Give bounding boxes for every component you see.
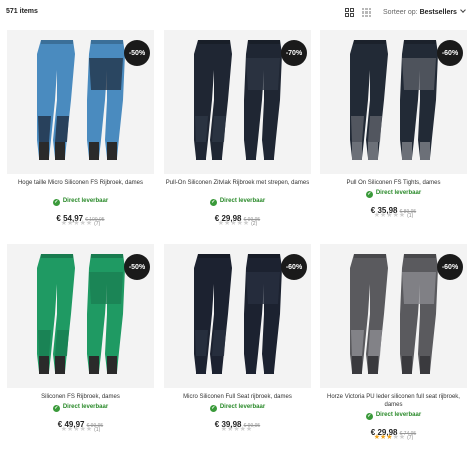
check-icon: ✓ <box>52 405 60 412</box>
review-count: (7) <box>407 435 414 441</box>
sort-dropdown[interactable]: Sorteer op: Bestsellers <box>383 7 466 16</box>
star-icon: ★ <box>85 220 93 227</box>
discount-badge: -60% <box>281 254 307 280</box>
stock-label: Direct leverbaar <box>62 404 109 410</box>
product-name[interactable]: Siliconen FS Rijbroek, dames <box>7 393 154 401</box>
product-name[interactable]: Pull-On Siliconen Zitvlak Rijbroek met s… <box>164 179 311 187</box>
rating: ★★★★★ (7) <box>7 220 154 228</box>
product-name[interactable]: Pull On Siliconen FS Tights, dames <box>320 179 467 187</box>
grid-view-icon[interactable] <box>345 8 354 17</box>
review-count: (2) <box>251 221 258 227</box>
star-icon: ★ <box>245 426 253 433</box>
stock-label: Direct leverbaar <box>62 198 109 204</box>
product-name[interactable]: Hoge taille Micro Siliconen FS Rijbroek,… <box>7 179 154 187</box>
stock-label: Direct leverbaar <box>375 190 422 196</box>
product-image[interactable]: -60% <box>320 244 467 388</box>
sort-label: Sorteer op: <box>383 9 418 16</box>
stock-status: ✓ Direct leverbaar <box>164 404 311 412</box>
rating: ★★★★★ (1) <box>7 426 154 434</box>
product-image[interactable]: -70% <box>164 30 311 174</box>
stock-label: Direct leverbaar <box>219 404 266 410</box>
discount-badge: -50% <box>124 254 150 280</box>
stock-status: ✓ Direct leverbaar <box>320 412 467 420</box>
product-card[interactable]: -70% Pull-On Siliconen Zitvlak Rijbroek … <box>164 30 311 230</box>
rating: ★★★★★ (1) <box>320 212 467 220</box>
star-icon: ★ <box>242 220 250 227</box>
product-card[interactable]: -60% Micro Siliconen Full Seat rijbroek,… <box>164 244 311 444</box>
product-image[interactable]: -50% <box>7 244 154 388</box>
discount-badge: -70% <box>281 40 307 66</box>
star-icon: ★ <box>398 434 406 441</box>
stock-status: ✓ Direct leverbaar <box>7 404 154 412</box>
product-name[interactable]: Micro Siliconen Full Seat rijbroek, dame… <box>164 393 311 401</box>
check-icon: ✓ <box>365 413 373 420</box>
compact-grid-view-icon[interactable] <box>362 8 371 17</box>
review-count: (7) <box>94 221 101 227</box>
results-count: 571 items <box>6 8 38 15</box>
check-icon: ✓ <box>209 199 217 206</box>
rating: ★★★★★ <box>164 426 311 434</box>
rating: ★★★★★ (7) <box>320 434 467 442</box>
stock-label: Direct leverbaar <box>219 198 266 204</box>
product-image[interactable]: -50% <box>7 30 154 174</box>
star-icon: ★ <box>398 212 406 219</box>
product-card[interactable]: -50% Hoge taille Micro Siliconen FS Rijb… <box>7 30 154 230</box>
check-icon: ✓ <box>52 199 60 206</box>
stock-status: ✓ Direct leverbaar <box>7 198 154 206</box>
review-count: (1) <box>407 213 414 219</box>
product-card[interactable]: -50% Siliconen FS Rijbroek, dames ✓ Direc… <box>7 244 154 444</box>
results-toolbar: 571 items Sorteer op: Bestsellers <box>0 0 475 26</box>
rating: ★★★★★ (2) <box>164 220 311 228</box>
product-image[interactable]: -60% <box>164 244 311 388</box>
discount-badge: -50% <box>124 40 150 66</box>
stock-status: ✓ Direct leverbaar <box>164 198 311 206</box>
star-icon: ★ <box>85 426 93 433</box>
check-icon: ✓ <box>365 191 373 198</box>
sort-value: Bestsellers <box>419 9 457 16</box>
review-count: (1) <box>94 427 101 433</box>
product-name[interactable]: Horze Victoria PU leder siliconen full s… <box>320 393 467 409</box>
product-image[interactable]: -60% <box>320 30 467 174</box>
product-card[interactable]: -60% Pull On Siliconen FS Tights, dames … <box>320 30 467 230</box>
check-icon: ✓ <box>209 405 217 412</box>
discount-badge: -60% <box>437 254 463 280</box>
stock-status: ✓ Direct leverbaar <box>320 190 467 198</box>
product-card[interactable]: -60% Horze Victoria PU leder siliconen f… <box>320 244 467 444</box>
chevron-down-icon <box>460 7 466 13</box>
stock-label: Direct leverbaar <box>375 412 422 418</box>
discount-badge: -60% <box>437 40 463 66</box>
